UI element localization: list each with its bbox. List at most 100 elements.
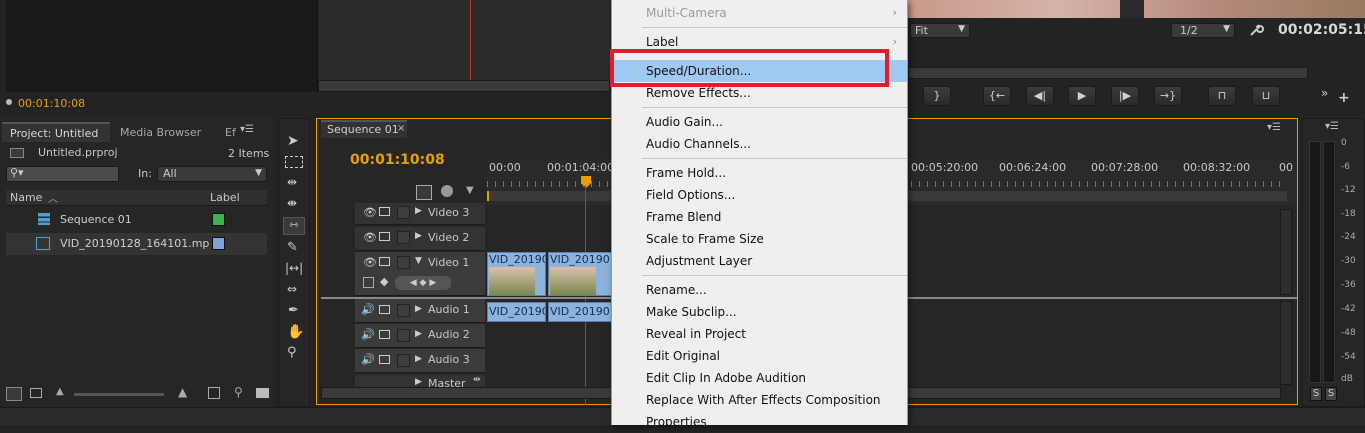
list-item[interactable]: VID_20190128_164101.mp (6, 233, 267, 255)
resolution-select[interactable]: 1/2 ▼ (1171, 23, 1235, 38)
close-icon[interactable]: × (397, 123, 405, 134)
menu-item-scale-to-frame-size[interactable]: Scale to Frame Size (612, 228, 907, 250)
audio-clip[interactable]: VID_20190 (548, 302, 612, 322)
panel-menu-icon[interactable]: ▾☰ (240, 124, 254, 135)
speaker-icon[interactable]: 🔊 (361, 328, 375, 341)
audio-clip[interactable]: VID_20190 (487, 302, 546, 322)
film-icon[interactable] (379, 257, 390, 266)
display-style-icon[interactable] (363, 277, 374, 288)
list-view-icon[interactable] (6, 387, 22, 401)
tab-sequence[interactable]: Sequence 01 × (321, 120, 407, 138)
lock-box-icon[interactable] (397, 354, 410, 367)
eye-icon[interactable]: 👁 (363, 206, 377, 219)
list-item[interactable]: Sequence 01 (6, 209, 267, 231)
expand-track-icon[interactable]: ▶ (415, 304, 422, 314)
speaker-icon[interactable]: 🔊 (361, 353, 375, 366)
in-filter-select[interactable]: All ▼ (157, 166, 267, 182)
collapse-track-icon[interactable]: ▼ (415, 256, 422, 266)
menu-item-field-options[interactable]: Field Options... (612, 184, 907, 206)
film-icon[interactable] (379, 330, 390, 339)
menu-item-adjustment-layer[interactable]: Adjustment Layer (612, 250, 907, 272)
menu-item-edit-original[interactable]: Edit Original (612, 345, 907, 367)
step-back-button[interactable]: ◀| (1026, 86, 1054, 106)
add-button-icon[interactable]: + (1338, 90, 1350, 106)
menu-item-reveal-in-project[interactable]: Reveal in Project (612, 323, 907, 345)
lock-box-icon[interactable] (397, 206, 410, 219)
zoom-in-icon[interactable]: ▲ (178, 385, 187, 399)
step-forward-button[interactable]: |▶ (1111, 86, 1139, 106)
lock-box-icon[interactable] (397, 329, 410, 342)
program-scrollbar[interactable] (908, 67, 1308, 79)
solo-left-button[interactable]: S (1310, 387, 1322, 401)
source-timeline-area[interactable] (318, 0, 610, 80)
keyframe-nav[interactable]: ◀ ◆ ▶ (395, 276, 451, 290)
extract-button[interactable]: ⊔ (1252, 86, 1280, 106)
video-track-scrollbar[interactable] (1280, 209, 1292, 295)
pen-tool-icon[interactable]: ✒ (288, 303, 299, 318)
program-timecode[interactable]: 00:02:05:15 (1278, 22, 1365, 38)
tab-media-browser[interactable]: Media Browser (120, 126, 201, 139)
snap-icon[interactable] (416, 185, 432, 200)
go-to-out-button[interactable]: →} (1154, 86, 1182, 106)
zoom-select[interactable]: Fit ▼ (910, 23, 970, 38)
slide-tool-icon[interactable]: ⇔ (287, 282, 297, 296)
lock-box-icon[interactable] (397, 231, 410, 244)
speaker-icon[interactable]: 🔊 (361, 303, 375, 316)
search-input[interactable]: ⚲▾ (6, 166, 119, 182)
wrench-icon[interactable] (1248, 22, 1264, 38)
menu-item-rename[interactable]: Rename... (612, 279, 907, 301)
eye-icon[interactable]: 👁 (363, 256, 377, 269)
menu-item-audio-gain[interactable]: Audio Gain... (612, 111, 907, 133)
slip-tool-icon[interactable]: |↔| (285, 261, 303, 275)
expand-track-icon[interactable]: ▶ (415, 206, 422, 216)
menu-item-properties[interactable]: Properties (612, 411, 907, 433)
source-timecode[interactable]: 00:01:10:08 (18, 97, 85, 110)
panel-menu-icon[interactable]: ▾☰ (1325, 121, 1339, 132)
marker-icon[interactable]: ▼ (466, 185, 474, 196)
eye-icon[interactable]: 👁 (363, 231, 377, 244)
hand-tool-icon[interactable]: ✋ (287, 324, 304, 340)
lock-box-icon[interactable] (397, 256, 410, 269)
mark-out-button[interactable]: } (923, 86, 951, 106)
add-marker-icon[interactable] (441, 185, 453, 197)
tab-effects[interactable]: Ef (225, 126, 236, 139)
menu-item-edit-in-audition[interactable]: Edit Clip In Adobe Audition (612, 367, 907, 389)
film-icon[interactable] (379, 355, 390, 364)
play-button[interactable]: ▶ (1068, 86, 1096, 106)
audio-track-scrollbar[interactable] (1280, 301, 1292, 385)
menu-item-replace-with-ae[interactable]: Replace With After Effects Composition (612, 389, 907, 411)
rate-stretch-tool-icon[interactable]: ⇿ (283, 217, 305, 235)
more-controls-icon[interactable]: » (1321, 86, 1328, 100)
video-clip[interactable]: VID_20190 (548, 252, 612, 296)
rolling-edit-tool-icon[interactable]: ⇼ (287, 196, 297, 210)
solo-right-button[interactable]: S (1325, 387, 1337, 401)
zoom-out-icon[interactable]: ▲ (56, 386, 64, 397)
expand-track-icon[interactable]: ▶ (415, 377, 422, 387)
tab-project[interactable]: Project: Untitled (2, 122, 110, 142)
timeline-timecode[interactable]: 00:01:10:08 (350, 152, 445, 168)
selection-tool-icon[interactable]: ➤ (287, 133, 299, 149)
film-icon[interactable] (379, 232, 390, 241)
expand-track-icon[interactable]: ▶ (415, 354, 422, 364)
film-icon[interactable] (379, 305, 390, 314)
new-bin-icon[interactable] (256, 388, 269, 398)
menu-item-audio-channels[interactable]: Audio Channels... (612, 133, 907, 155)
track-select-tool-icon[interactable] (285, 156, 303, 168)
menu-item-make-subclip[interactable]: Make Subclip... (612, 301, 907, 323)
zoom-tool-icon[interactable]: ⚲ (287, 345, 297, 360)
menu-item-frame-blend[interactable]: Frame Blend (612, 206, 907, 228)
razor-tool-icon[interactable]: ✎ (287, 240, 298, 255)
menu-item-frame-hold[interactable]: Frame Hold... (612, 162, 907, 184)
zoom-slider[interactable] (74, 393, 164, 396)
film-icon[interactable] (379, 207, 390, 216)
column-header-name[interactable]: Name (10, 191, 42, 204)
video-clip[interactable]: VID_20190 (487, 252, 546, 296)
ripple-edit-tool-icon[interactable]: ⇹ (287, 175, 297, 189)
expand-track-icon[interactable]: ▶ (415, 231, 422, 241)
keyframe-icon[interactable]: ◆ (380, 275, 388, 288)
lift-button[interactable]: ⊓ (1208, 86, 1236, 106)
automate-icon[interactable] (208, 387, 220, 399)
source-scrollbar[interactable] (318, 80, 610, 92)
column-header-label[interactable]: Label (210, 191, 240, 204)
find-icon[interactable]: ⚲ (234, 385, 243, 399)
